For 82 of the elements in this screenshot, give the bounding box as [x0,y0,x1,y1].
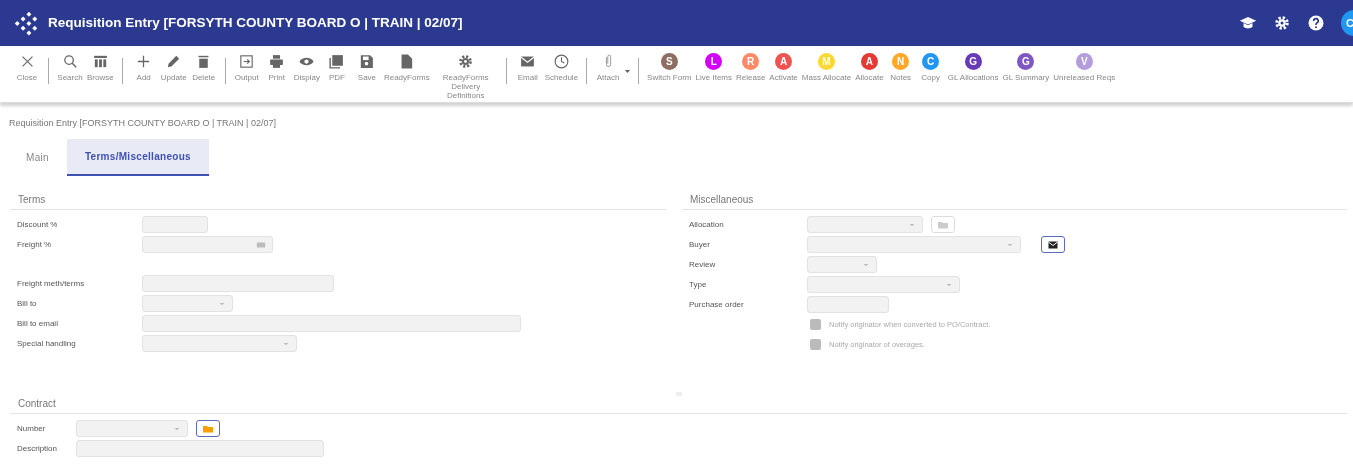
field-label: Freight % [17,238,53,251]
search-icon [61,52,79,70]
toolbar-button[interactable]: ReadyForms [381,51,432,82]
letter-icon: M [818,52,835,70]
toolbar-button[interactable]: Add [128,51,159,82]
toolbar-button[interactable]: Email [512,51,543,82]
toolbar-button[interactable]: C Copy [915,51,946,82]
toolbar-button[interactable]: Display [291,51,322,82]
letter-icon: G [964,52,982,70]
letter-icon: A [775,52,793,70]
field-label: Bill to [17,297,38,310]
clock-icon [552,52,570,70]
toolbar-button[interactable]: G GL Summary [1000,51,1052,82]
select-field[interactable] [807,216,923,233]
toolbar-button[interactable]: Update [158,51,189,82]
input-field[interactable] [142,236,273,253]
select-field[interactable] [76,420,188,437]
toolbar-button[interactable]: A Allocate [853,51,886,82]
toolbar-button[interactable]: Close [12,51,42,82]
tab[interactable]: Terms/Miscellaneous [66,138,209,176]
field-label: Special handling [17,337,77,350]
logo-icon [12,9,40,37]
toolbar-button[interactable]: PDF [321,51,352,82]
toolbar-button[interactable]: Save [351,51,382,82]
field-label: Freight meth/terms [17,277,86,290]
toolbar-button[interactable]: Schedule [542,51,581,82]
window-title: Requisition Entry [FORSYTH COUNTY BOARD O | TRAIN | 02/07] [48,13,463,32]
select-field[interactable] [807,236,1021,253]
save-icon [358,52,376,70]
toolbar-button[interactable]: Print [261,51,292,82]
print-icon [268,52,286,70]
toolbar-button[interactable]: S Switch Form [645,51,694,82]
lookup-button[interactable] [1041,236,1065,253]
help-icon[interactable] [1307,14,1325,32]
gear-icon [457,52,475,70]
toolbar-button[interactable]: A Activate [767,51,800,82]
toolbar-button[interactable]: Delete [188,51,219,82]
breadcrumb-text: Requisition Entry [FORSYTH COUNTY BOARD O | TRAIN | 02/07] [8,117,277,130]
output-icon [238,52,256,70]
toolbar-button[interactable]: Browse [85,51,116,82]
section-title: Terms [10,191,666,210]
toolbar-button[interactable]: N Notes [885,51,916,82]
toolbar-button[interactable]: V Unreleased Reqs [1051,51,1118,82]
field-label: Buyer [689,238,711,251]
section-title: Miscellaneous [682,191,1347,210]
input-field[interactable] [142,275,334,292]
toolbar-button[interactable]: Output [231,51,262,82]
field-label: Review [689,258,717,271]
field-label: Type [689,278,708,291]
letter-icon: V [1075,52,1093,70]
toolbar-button[interactable]: M Mass Allocate [799,51,854,82]
field-label: Discount % [17,218,59,231]
select-field[interactable] [807,276,960,293]
select-field[interactable] [142,335,297,352]
toolbar-button[interactable]: Attach [593,51,624,82]
input-field[interactable] [142,315,521,332]
field-label: Description [17,442,58,455]
select-field[interactable] [807,256,877,273]
letter-icon: L [705,52,723,70]
field-label: Bill to email [17,317,59,330]
section-title: Contract [10,395,1347,414]
input-field[interactable] [142,216,208,233]
letter-icon: A [860,52,878,70]
toolbar-button[interactable]: G GL Allocations [945,51,1001,82]
letter-icon: G [1017,52,1035,70]
field-label: Number [17,422,47,435]
toolbar-button[interactable]: Search [55,51,85,82]
toolbar-button[interactable]: R Release [734,51,768,82]
toolbar-button[interactable]: L Live Items [693,51,734,82]
tab[interactable]: Main [8,138,67,176]
settings-icon[interactable] [1273,14,1291,32]
input-field[interactable] [807,296,889,313]
user-avatar[interactable]: C [1341,10,1353,36]
letter-icon: N [892,52,910,70]
select-field[interactable] [142,295,233,312]
letter-icon: S [660,52,678,70]
field-label: Purchase order [689,298,745,311]
input-field[interactable] [76,440,324,457]
letter-icon: C [922,52,940,70]
letter-icon: R [742,52,760,70]
field-label: Allocation [689,218,725,231]
toolbar-button[interactable]: ReadyForms Delivery Definitions [431,51,500,100]
